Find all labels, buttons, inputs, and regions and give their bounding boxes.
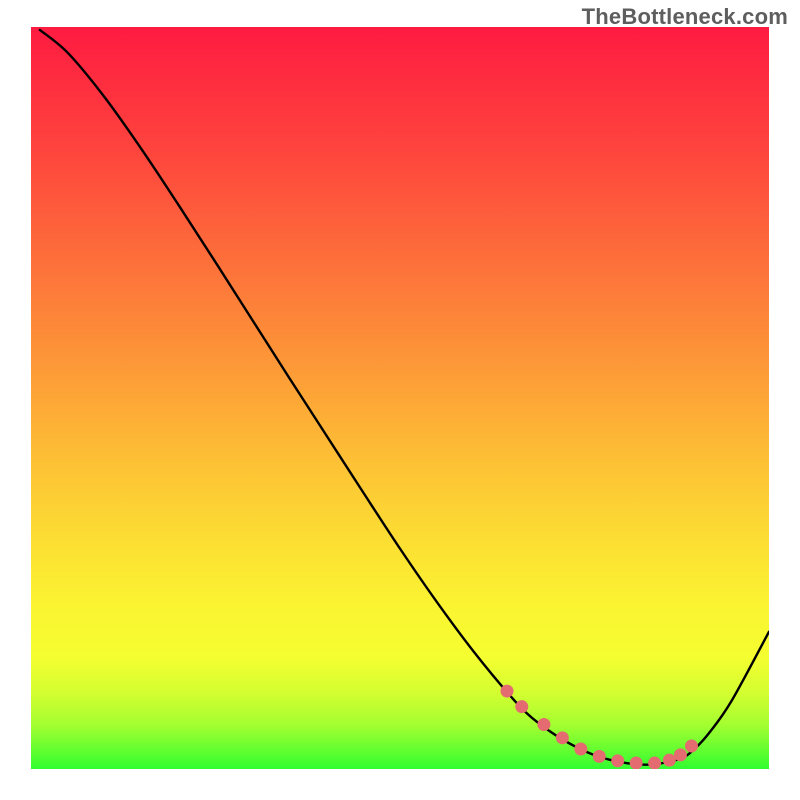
marker-dot bbox=[674, 748, 687, 761]
plot-svg bbox=[31, 27, 769, 769]
plot-area bbox=[31, 27, 769, 769]
marker-dot bbox=[663, 754, 676, 767]
marker-dot bbox=[611, 754, 624, 767]
marker-dot bbox=[593, 750, 606, 763]
chart-stage: TheBottleneck.com bbox=[0, 0, 800, 800]
marker-dot bbox=[648, 757, 661, 769]
marker-dot bbox=[556, 731, 569, 744]
marker-dot bbox=[630, 757, 643, 769]
marker-dot bbox=[574, 742, 587, 755]
watermark-text: TheBottleneck.com bbox=[582, 4, 788, 30]
marker-dot bbox=[685, 740, 698, 753]
marker-dot bbox=[537, 718, 550, 731]
marker-dot bbox=[515, 700, 528, 713]
gradient-background bbox=[31, 27, 769, 769]
marker-dot bbox=[501, 685, 514, 698]
